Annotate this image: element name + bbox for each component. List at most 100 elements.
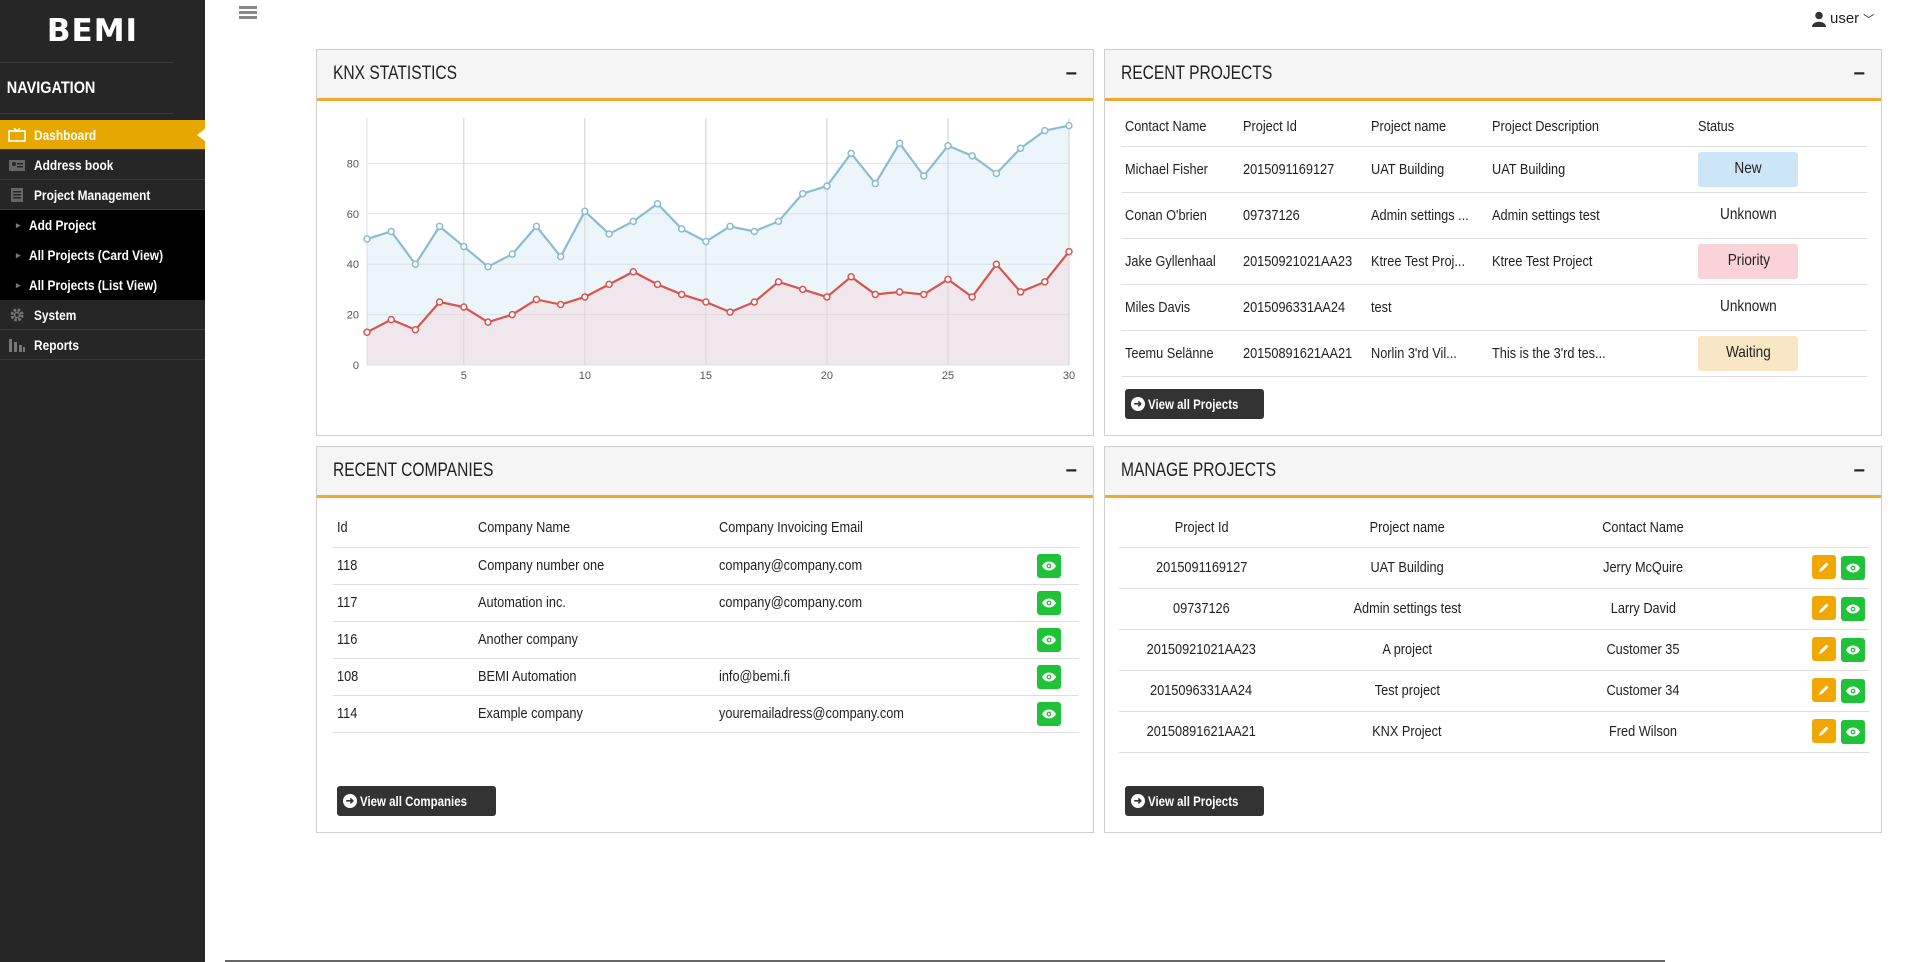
- sidebar-item-all-projects-card[interactable]: ▸ All Projects (Card View): [0, 240, 205, 270]
- table-cell: 20150891621AA21: [1243, 344, 1353, 362]
- table-cell: info@bemi.fi: [719, 668, 791, 685]
- data-point: [823, 182, 831, 190]
- menu-toggle-icon[interactable]: [239, 4, 257, 22]
- table-row[interactable]: 2015091169127 UAT Building Jerry McQuire: [1119, 547, 1869, 589]
- table-row[interactable]: 117 Automation inc. company@company.com: [333, 584, 1079, 622]
- data-point: [774, 217, 783, 226]
- view-company-eye-icon[interactable]: [1037, 590, 1061, 615]
- table-row[interactable]: Conan O'brien 09737126 Admin settings ... A…: [1121, 192, 1867, 239]
- table-cell: youremailadress@company.com: [719, 705, 904, 722]
- view-company-eye-icon[interactable]: [1037, 627, 1061, 652]
- data-point: [532, 295, 541, 304]
- table-cell: Automation inc.: [478, 594, 566, 611]
- data-point: [968, 152, 976, 160]
- collapse-button[interactable]: −: [1853, 64, 1865, 84]
- table-row[interactable]: 20150891621AA21 KNX Project Fred Wilson: [1119, 711, 1869, 753]
- edit-pencil-icon[interactable]: [1812, 719, 1836, 743]
- sidebar-item-label: Project Management: [34, 186, 151, 203]
- table-cell: UAT Building: [1371, 160, 1445, 178]
- data-point: [508, 250, 516, 258]
- panel-title: MANAGE PROJECTS: [1121, 460, 1276, 481]
- sidebar-item-label: Reports: [34, 336, 79, 353]
- data-point: [726, 222, 734, 231]
- data-point: [556, 300, 565, 309]
- view-project-eye-icon[interactable]: [1841, 679, 1865, 703]
- view-company-eye-icon[interactable]: [1037, 701, 1061, 726]
- view-project-eye-icon[interactable]: [1841, 597, 1865, 621]
- table-row[interactable]: Jake Gyllenhaal 20150921021AA23 Ktree Test…: [1121, 238, 1867, 285]
- table-cell: 2015091169127: [1155, 559, 1248, 576]
- collapse-button[interactable]: −: [1853, 461, 1865, 481]
- arrow-right-icon: ➜: [1131, 397, 1145, 411]
- view-company-eye-icon[interactable]: [1037, 553, 1061, 578]
- edit-pencil-icon[interactable]: [1812, 678, 1836, 702]
- collapse-button[interactable]: −: [1065, 64, 1077, 84]
- view-all-projects-button[interactable]: ➜ View all Projects: [1125, 389, 1265, 419]
- sidebar-item-reports[interactable]: Reports: [0, 330, 205, 360]
- data-point: [460, 303, 468, 311]
- sidebar-item-label: System: [34, 306, 77, 323]
- panel-header: RECENT PROJECTS −: [1105, 50, 1881, 101]
- data-point: [581, 293, 589, 301]
- column-header: Company Name: [478, 519, 571, 537]
- data-point: [920, 172, 928, 180]
- table-cell: Example company: [478, 705, 583, 722]
- user-menu[interactable]: user ﹀: [1812, 10, 1874, 27]
- user-icon: [1812, 11, 1826, 27]
- data-point: [677, 290, 686, 299]
- data-point: [702, 298, 710, 306]
- data-point: [605, 230, 613, 238]
- data-point: [411, 260, 420, 268]
- data-point: [629, 217, 638, 226]
- table-row[interactable]: 09737126 Admin settings test Larry David: [1119, 588, 1869, 630]
- sidebar-item-project-management[interactable]: Project Management: [0, 180, 205, 210]
- view-all-companies-button[interactable]: ➜ View all Companies: [337, 786, 497, 816]
- table-cell: Admin settings test: [1353, 600, 1461, 617]
- table-cell: 117: [337, 594, 358, 611]
- table-cell: Michael Fisher: [1125, 160, 1208, 178]
- sidebar-item-address-book[interactable]: Address book: [0, 150, 205, 180]
- view-project-eye-icon[interactable]: [1841, 720, 1865, 744]
- logo[interactable]: BEMI: [0, 0, 205, 62]
- table-cell: Customer 35: [1606, 641, 1680, 658]
- table-cell: Larry David: [1610, 600, 1676, 617]
- data-point: [653, 280, 662, 289]
- data-point: [484, 262, 492, 271]
- table-row[interactable]: 118 Company number one company@company.com: [333, 547, 1079, 585]
- edit-pencil-icon[interactable]: [1812, 555, 1836, 579]
- column-header: Project Id: [1174, 519, 1229, 537]
- data-point: [629, 268, 638, 276]
- view-project-eye-icon[interactable]: [1841, 556, 1865, 580]
- column-header: Project Id: [1243, 118, 1297, 136]
- sidebar-item-system[interactable]: System: [0, 300, 205, 330]
- edit-pencil-icon[interactable]: [1812, 637, 1836, 661]
- view-company-eye-icon[interactable]: [1037, 664, 1061, 689]
- sidebar-item-dashboard[interactable]: Dashboard: [0, 120, 206, 150]
- caret-right-icon: ▸: [16, 249, 21, 260]
- reports-icon: [6, 337, 28, 353]
- x-tick-label: 15: [700, 370, 712, 382]
- panel-title: RECENT PROJECTS: [1121, 63, 1273, 84]
- table-cell: Norlin 3'rd Vil...: [1371, 344, 1458, 362]
- table-row[interactable]: Teemu Selänne 20150891621AA21 Norlin 3'rd …: [1121, 330, 1867, 377]
- table-row[interactable]: 114 Example company youremailadress@compan…: [333, 695, 1079, 733]
- table-row[interactable]: 116 Another company: [333, 621, 1079, 659]
- view-all-projects-button[interactable]: ➜ View all Projects: [1125, 786, 1265, 816]
- data-point: [1016, 144, 1025, 153]
- table-row[interactable]: 20150921021AA23 A project Customer 35: [1119, 629, 1869, 671]
- column-header: Id: [337, 519, 348, 537]
- edit-pencil-icon[interactable]: [1812, 596, 1836, 620]
- table-cell: company@company.com: [719, 594, 863, 611]
- panel-header: MANAGE PROJECTS −: [1105, 447, 1881, 498]
- sidebar-item-add-project[interactable]: ▸ Add Project: [0, 210, 205, 240]
- table-row[interactable]: 2015096331AA24 Test project Customer 34: [1119, 670, 1869, 712]
- table-row[interactable]: Michael Fisher 2015091169127 UAT Building U…: [1121, 146, 1867, 193]
- column-header: Company Invoicing Email: [719, 519, 863, 537]
- table-cell: Conan O'brien: [1125, 206, 1207, 224]
- data-point: [411, 325, 420, 334]
- table-row[interactable]: Miles Davis 2015096331AA24 test Unknown: [1121, 284, 1867, 331]
- collapse-button[interactable]: −: [1065, 461, 1077, 481]
- view-project-eye-icon[interactable]: [1841, 638, 1865, 662]
- sidebar-item-all-projects-list[interactable]: ▸ All Projects (List View): [0, 270, 205, 300]
- table-row[interactable]: 108 BEMI Automation info@bemi.fi: [333, 658, 1079, 696]
